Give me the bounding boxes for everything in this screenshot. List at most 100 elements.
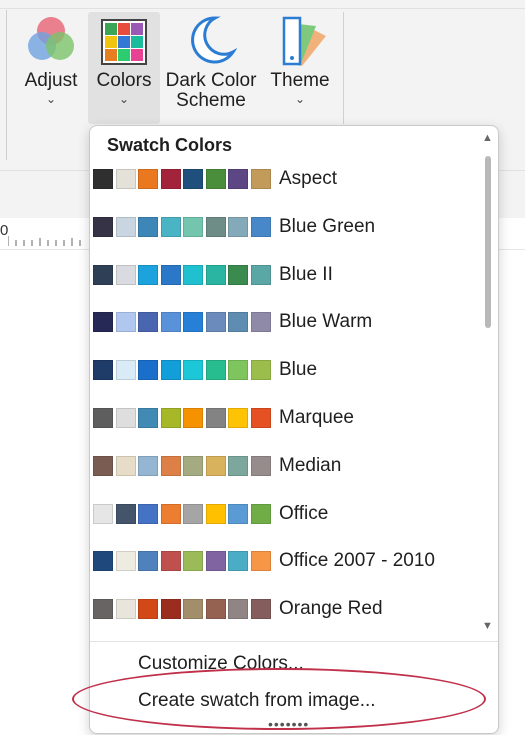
color-chip [183, 408, 203, 428]
color-chip [138, 312, 158, 333]
dropdown-title: Swatch Colors [107, 135, 233, 155]
ribbon-group-separator [343, 12, 344, 124]
swatch-name: Marquee [279, 407, 354, 428]
color-chip [205, 360, 226, 381]
ruler-ticks [8, 236, 81, 246]
color-chip [160, 360, 181, 381]
colors-dropdown: Swatch Colors Aspect Blue Green Blue II Blu… [89, 125, 499, 734]
swatch-chips [93, 408, 273, 428]
menu-divider [90, 641, 498, 642]
swatch-row[interactable]: Orange Red [90, 587, 476, 631]
chevron-down-icon: ⌄ [45, 92, 57, 106]
color-chip [93, 360, 113, 381]
color-chip [228, 360, 248, 381]
adjust-button[interactable]: Adjust ⌄ [14, 12, 88, 124]
color-chip [250, 216, 271, 237]
swatch-name: Office [279, 502, 329, 524]
color-chip [183, 503, 203, 524]
swatch-row[interactable]: Blue Green [90, 205, 476, 249]
color-chip [138, 360, 158, 381]
color-chip [183, 169, 203, 189]
color-chip [183, 599, 203, 620]
resize-grip-icon[interactable]: ••••••• [268, 716, 309, 732]
colors-button[interactable]: Colors ⌄ [88, 12, 160, 124]
color-chip [228, 216, 248, 237]
color-chip [93, 216, 113, 237]
scroll-up-arrow-icon[interactable]: ▲ [482, 132, 493, 144]
scheme-label: Scheme [176, 90, 246, 111]
color-chip [138, 408, 158, 428]
color-chip [228, 312, 248, 333]
theme-label: Theme [270, 70, 330, 91]
color-chip [160, 216, 181, 237]
swatch-name: Median [279, 454, 342, 476]
swatch-chips [93, 264, 273, 285]
scrollbar[interactable]: ▲ ▼ [478, 126, 498, 641]
swatch-row[interactable]: Office 2007 - 2010 [90, 539, 476, 583]
color-chip [160, 551, 181, 572]
color-chip [115, 216, 136, 237]
swatch-chips [93, 360, 273, 381]
color-chip [138, 455, 158, 476]
color-chip [205, 264, 226, 285]
swatch-chips [93, 312, 273, 333]
create-swatch-menu-item[interactable]: Create swatch from image... [138, 690, 376, 712]
swatch-row[interactable]: Marquee [90, 396, 476, 440]
color-chip [160, 599, 181, 620]
chevron-down-icon: ⌄ [118, 92, 130, 106]
color-chip [183, 216, 203, 237]
swatch-chips [93, 455, 273, 476]
color-chip [250, 360, 271, 381]
color-chip [115, 551, 136, 572]
swatch-name: Blue Green [279, 215, 376, 237]
color-chip [250, 312, 271, 333]
color-chip [205, 551, 226, 572]
color-chip [115, 264, 136, 285]
theme-icon [282, 16, 326, 66]
color-chip [183, 551, 203, 572]
color-chip [160, 455, 181, 476]
dark-color-scheme-button[interactable]: Dark Color Scheme [161, 12, 261, 124]
color-chip [93, 408, 113, 428]
customize-colors-menu-item[interactable]: Customize Colors... [138, 653, 304, 675]
swatch-row[interactable]: Median [90, 444, 476, 488]
color-chip [205, 599, 226, 620]
swatch-name: Blue II [279, 263, 333, 285]
color-chip [228, 169, 248, 189]
color-chip [160, 503, 181, 524]
color-chip [138, 216, 158, 237]
swatch-row[interactable]: Office [90, 492, 476, 536]
color-chip [115, 599, 136, 620]
swatch-name: Blue Warm [279, 311, 373, 333]
color-chip [93, 503, 113, 524]
color-chip [93, 551, 113, 572]
scroll-down-arrow-icon[interactable]: ▼ [482, 620, 493, 632]
color-chip [138, 551, 158, 572]
swatch-name: Orange Red [279, 598, 383, 620]
swatch-row[interactable]: Blue [90, 348, 476, 392]
color-chip [93, 169, 113, 189]
color-chip [228, 408, 248, 428]
chevron-down-icon: ⌄ [294, 92, 306, 106]
theme-button[interactable]: Theme ⌄ [264, 12, 336, 124]
color-chip [228, 503, 248, 524]
colors-label: Colors [96, 70, 152, 91]
swatch-row[interactable]: Blue Warm [90, 300, 476, 344]
color-chip [250, 455, 271, 476]
swatch-row[interactable]: Aspect [90, 157, 476, 201]
color-chip [160, 169, 181, 189]
scrollbar-thumb[interactable] [485, 156, 491, 328]
moon-icon [191, 16, 237, 64]
swatch-name: Office 2007 - 2010 [279, 550, 435, 572]
color-chip [93, 264, 113, 285]
color-chip [228, 551, 248, 572]
color-chip [138, 599, 158, 620]
color-chip [250, 599, 271, 620]
color-chip [138, 503, 158, 524]
swatch-row[interactable]: Blue II [90, 253, 476, 297]
color-chip [250, 503, 271, 524]
color-chip [228, 264, 248, 285]
color-chip [250, 169, 271, 189]
swatch-chips [93, 216, 273, 237]
color-chip [250, 551, 271, 572]
